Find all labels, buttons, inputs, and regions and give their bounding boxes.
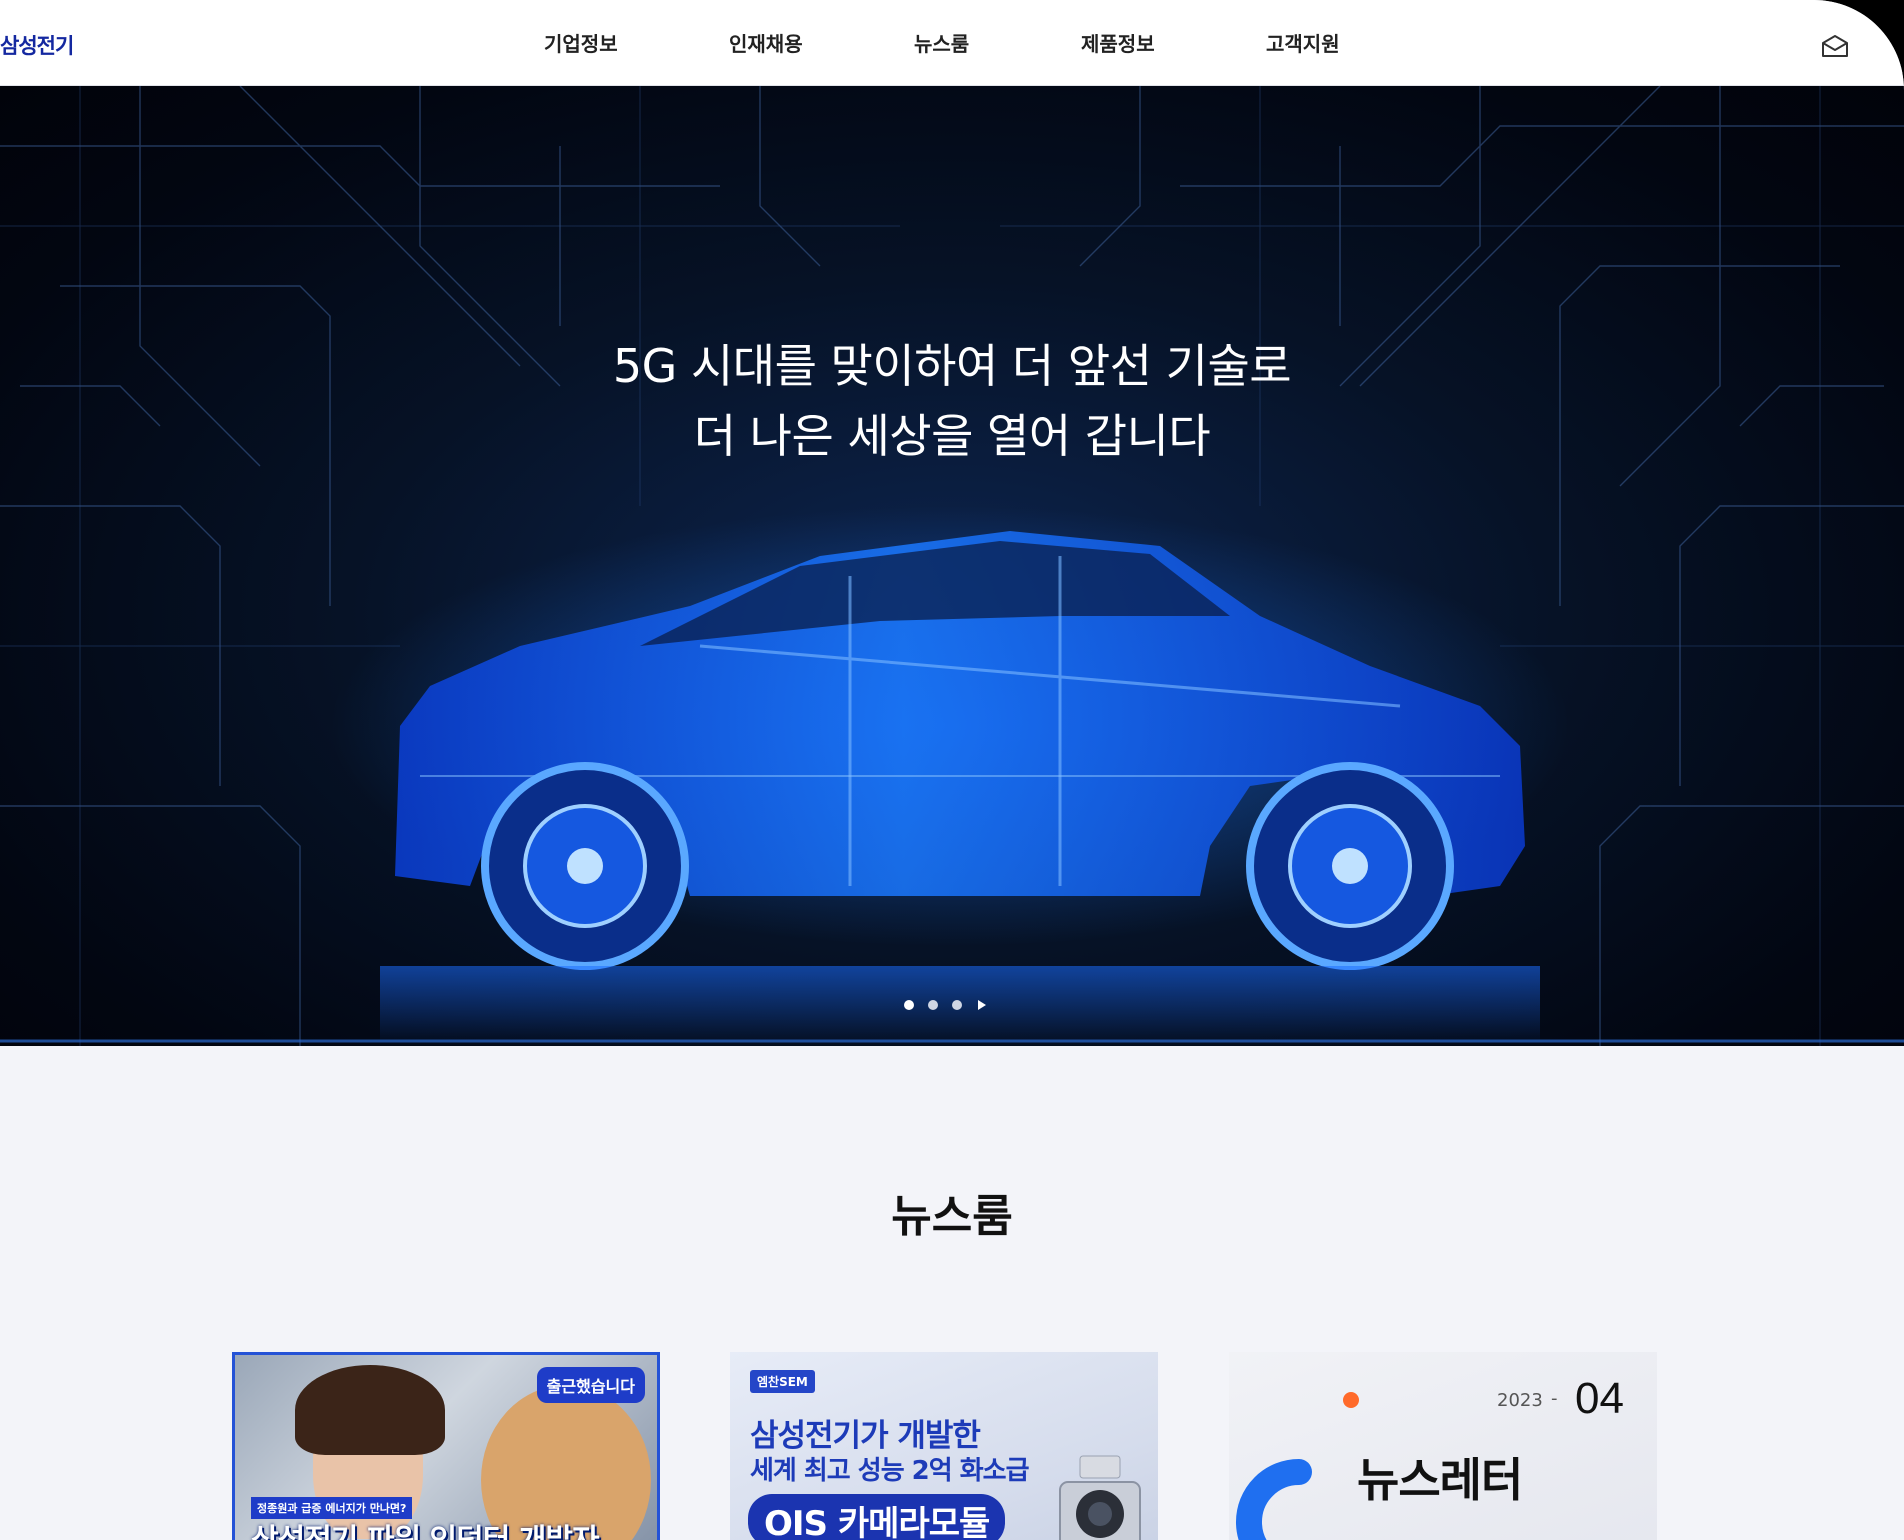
camera-headline-2: 세계 최고 성능 2억 화소급 (750, 1456, 1029, 1486)
play-next-icon[interactable] (978, 1000, 986, 1010)
video-title: 삼성전기 파워 인덕터 개발자 (251, 1515, 600, 1540)
slide-dot-1[interactable] (904, 1000, 914, 1010)
nav-item-support[interactable]: 고객지원 (1266, 28, 1340, 57)
newsletter-year: 2023 (1497, 1390, 1543, 1411)
channel-tag: 엠찬SEM (750, 1370, 815, 1393)
news-card-camera-module[interactable]: 엠찬SEM 삼성전기가 개발한 세계 최고 성능 2억 화소급 OIS 카메라모… (730, 1352, 1158, 1540)
video-badge: 출근했습니다 (536, 1367, 645, 1403)
page-frame: 삼성전기 기업정보 인재채용 뉴스룸 제품정보 고객지원 5G 시대를 맞이하여… (0, 0, 1904, 1540)
camera-module-icon (1059, 1455, 1141, 1540)
newsletter-title: 뉴스레터 (1357, 1453, 1523, 1507)
nav-item-company[interactable]: 기업정보 (544, 28, 618, 57)
slide-dot-3[interactable] (952, 1000, 962, 1010)
camera-headline-1: 삼성전기가 개발한 (750, 1418, 981, 1454)
c-shape-icon (1236, 1459, 1312, 1540)
slide-dot-2[interactable] (928, 1000, 938, 1010)
camera-headline-pill: OIS 카메라모듈 (748, 1494, 1006, 1540)
nav-item-careers[interactable]: 인재채용 (729, 28, 803, 57)
hero-title: 5G 시대를 맞이하여 더 앞선 기술로 더 나은 세상을 열어 갑니다 (0, 331, 1904, 471)
mail-icon[interactable] (1820, 34, 1850, 58)
newsletter-month: 04 (1575, 1374, 1624, 1423)
main-nav: 기업정보 인재채용 뉴스룸 제품정보 고객지원 (0, 28, 1904, 58)
hero-background (0, 86, 1904, 1046)
decorative-dot-icon (1343, 1392, 1359, 1408)
hero-banner: 5G 시대를 맞이하여 더 앞선 기술로 더 나은 세상을 열어 갑니다 (0, 86, 1904, 1046)
hero-title-line1: 5G 시대를 맞이하여 더 앞선 기술로 (612, 339, 1292, 393)
news-card-video[interactable]: 출근했습니다 정종원과 급증 에너지가 만나면? 삼성전기 파워 인덕터 개발자 (232, 1352, 660, 1540)
person-hair-image (295, 1365, 445, 1455)
hero-title-line2: 더 나은 세상을 열어 갑니다 (693, 409, 1211, 463)
newsroom-title: 뉴스룸 (891, 1191, 1013, 1242)
site-header: 삼성전기 기업정보 인재채용 뉴스룸 제품정보 고객지원 (0, 0, 1904, 86)
news-card-newsletter[interactable]: 2023 - 04 뉴스레터 (1229, 1352, 1657, 1540)
newsletter-dash: - (1551, 1388, 1558, 1409)
nav-item-newsroom[interactable]: 뉴스룸 (914, 28, 969, 57)
nav-item-products[interactable]: 제품정보 (1081, 28, 1155, 57)
